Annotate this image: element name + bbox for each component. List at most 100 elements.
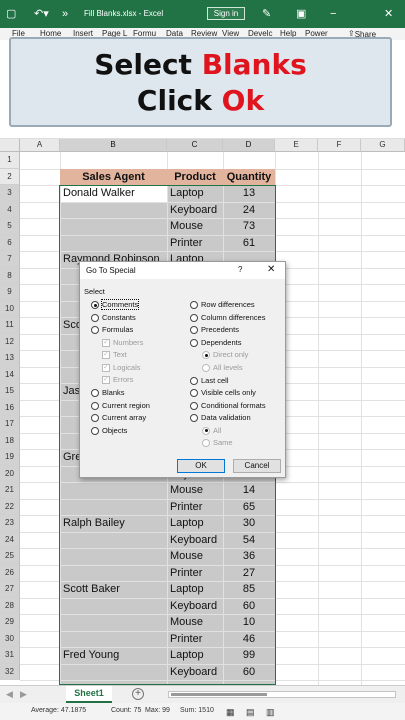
column-header-b[interactable]: B	[60, 139, 167, 152]
title-bar: ▢ ↶▾ » Fill Blanks.xlsx - Excel Sign in …	[0, 0, 405, 28]
cancel-button[interactable]: Cancel	[233, 459, 281, 473]
row-header[interactable]: 11	[0, 317, 20, 334]
option-data-validation[interactable]: Data validation	[190, 413, 251, 423]
row-header[interactable]: 16	[0, 399, 20, 416]
row-header[interactable]: 1	[0, 152, 20, 169]
undo-icon[interactable]: ↶▾	[34, 8, 49, 20]
checkbox-text: ✓ Text	[102, 350, 127, 359]
add-sheet-icon[interactable]: +	[132, 688, 144, 700]
select-all-corner[interactable]	[0, 139, 20, 152]
page-break-icon[interactable]: ▥	[266, 707, 275, 718]
option-same: Same	[202, 438, 233, 448]
header-product[interactable]: Product	[167, 168, 223, 185]
option-dependents[interactable]: Dependents	[190, 338, 241, 348]
option-objects[interactable]: Objects	[91, 426, 127, 436]
option-visible-cells-only[interactable]: Visible cells only	[190, 388, 256, 398]
row-header[interactable]: 23	[0, 515, 20, 532]
header-quantity[interactable]: Quantity	[223, 168, 275, 185]
row-header[interactable]: 9	[0, 284, 20, 301]
banner-word-select: Select	[94, 48, 192, 81]
ok-button[interactable]: OK	[177, 459, 225, 473]
row-header[interactable]: 13	[0, 350, 20, 367]
column-header-a[interactable]: A	[20, 139, 60, 152]
window-title: Fill Blanks.xlsx - Excel	[84, 9, 164, 18]
column-header-d[interactable]: D	[223, 139, 275, 152]
sheet-tab-sheet1[interactable]: Sheet1	[66, 686, 112, 703]
banner-word-blanks: Blanks	[201, 48, 307, 81]
row-header[interactable]: 17	[0, 416, 20, 433]
dialog-close-icon[interactable]: ✕	[267, 264, 275, 275]
row-header[interactable]: 12	[0, 333, 20, 350]
dialog-title: Go To Special	[80, 262, 285, 279]
column-header-g[interactable]: G	[361, 139, 405, 152]
checkbox-errors: ✓ Errors	[102, 375, 134, 384]
option-last-cell[interactable]: Last cell	[190, 376, 229, 386]
page-layout-icon[interactable]: ▤	[246, 707, 255, 718]
row-header[interactable]: 14	[0, 366, 20, 383]
sheet-tab-bar: ◀ ▶ Sheet1 +	[0, 685, 405, 703]
option-current-region[interactable]: Current region	[91, 401, 150, 411]
row-header[interactable]: 20	[0, 465, 20, 482]
row-header[interactable]: 18	[0, 432, 20, 449]
option-blanks[interactable]: Blanks	[91, 388, 125, 398]
column-header-e[interactable]: E	[275, 139, 318, 152]
row-header[interactable]: 31	[0, 647, 20, 664]
row-header[interactable]: 24	[0, 531, 20, 548]
scroll-left-icon[interactable]: ◀	[6, 689, 13, 700]
row-header[interactable]: 22	[0, 498, 20, 515]
option-constants[interactable]: Constants	[91, 313, 136, 323]
row-header[interactable]: 2	[0, 168, 20, 185]
formula-bar[interactable]	[0, 127, 405, 139]
normal-view-icon[interactable]: ▦	[226, 707, 235, 718]
overflow-icon[interactable]: »	[62, 8, 68, 20]
instruction-banner: Select Blanks Click Ok	[9, 37, 392, 127]
checkbox-logicals: ✓ Logicals	[102, 362, 141, 372]
header-sales-agent[interactable]: Sales Agent	[60, 168, 167, 185]
scrollbar-thumb[interactable]	[171, 693, 267, 696]
autosave-icon[interactable]: ▢	[6, 8, 16, 20]
status-count: Count: 75	[111, 707, 142, 714]
option-current-array[interactable]: Current array	[91, 413, 146, 423]
window-icon[interactable]: ▣	[296, 8, 306, 20]
option-conditional-formats[interactable]: Conditional formats	[190, 401, 266, 411]
gridline-vertical	[318, 152, 319, 685]
row-header[interactable]: 25	[0, 548, 20, 565]
row-header[interactable]: 4	[0, 201, 20, 218]
status-bar: Average: 47.1875 Count: 75 Max: 99 Sum: …	[0, 703, 405, 720]
banner-word-ok: Ok	[221, 84, 265, 117]
row-header[interactable]: 10	[0, 300, 20, 317]
row-header[interactable]: 30	[0, 630, 20, 647]
row-header[interactable]: 27	[0, 581, 20, 598]
option-row-differences[interactable]: Row differences	[190, 300, 255, 310]
row-header[interactable]: 29	[0, 614, 20, 631]
row-header[interactable]: 5	[0, 218, 20, 235]
row-header[interactable]: 28	[0, 597, 20, 614]
horizontal-scrollbar[interactable]	[168, 691, 396, 698]
pen-icon[interactable]: ✎	[262, 8, 271, 20]
banner-word-click: Click	[136, 84, 212, 117]
option-all-levels: All levels	[202, 363, 243, 373]
option-comments[interactable]: Comments	[91, 299, 140, 310]
sign-in-button[interactable]: Sign in	[207, 7, 245, 20]
column-header-f[interactable]: F	[318, 139, 361, 152]
option-column-differences[interactable]: Column differences	[190, 313, 265, 323]
row-header[interactable]: 32	[0, 663, 20, 680]
scroll-right-icon[interactable]: ▶	[20, 689, 27, 700]
row-header[interactable]: 6	[0, 234, 20, 251]
select-group-label: Select	[84, 287, 105, 296]
option-formulas[interactable]: Formulas	[91, 325, 133, 335]
help-icon[interactable]: ?	[238, 265, 242, 274]
close-icon[interactable]: ✕	[384, 8, 393, 20]
option-direct-only: Direct only	[202, 350, 248, 360]
row-header[interactable]: 3	[0, 185, 20, 202]
status-average: Average: 47.1875	[31, 707, 87, 714]
row-header[interactable]: 19	[0, 449, 20, 466]
row-header[interactable]: 21	[0, 482, 20, 499]
row-header[interactable]: 8	[0, 267, 20, 284]
row-header[interactable]: 26	[0, 564, 20, 581]
minimize-icon[interactable]: −	[330, 8, 336, 20]
column-header-c[interactable]: C	[167, 139, 223, 152]
row-header[interactable]: 15	[0, 383, 20, 400]
row-header[interactable]: 7	[0, 251, 20, 268]
option-precedents[interactable]: Precedents	[190, 325, 239, 335]
